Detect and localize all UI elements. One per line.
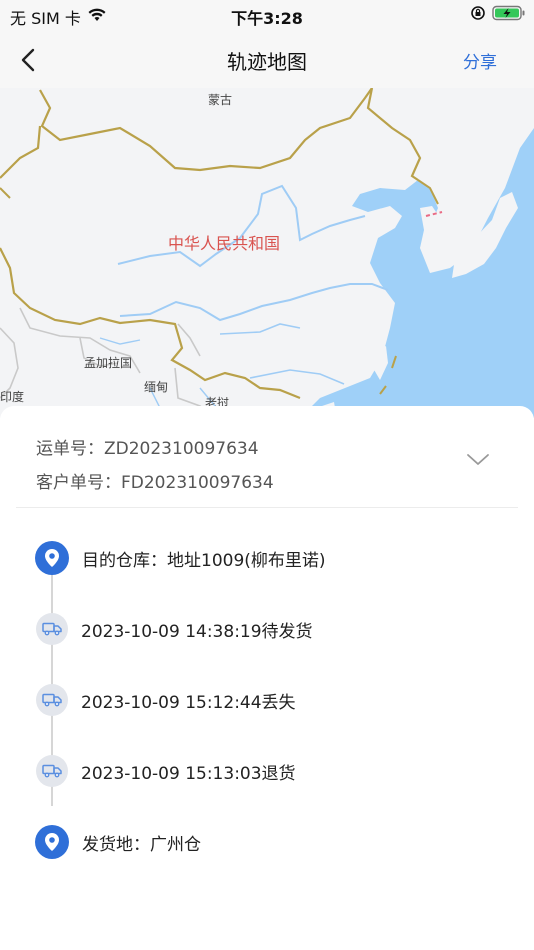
location-pin-icon <box>35 541 69 575</box>
order-info: 运单号：ZD202310097634 客户单号：FD202310097634 <box>36 432 274 500</box>
timeline-text: 2023-10-09 14:38:19待发货 <box>81 621 313 642</box>
status-right <box>470 5 526 25</box>
waybill-row: 运单号：ZD202310097634 <box>36 432 274 466</box>
waybill-label: 运单号： <box>36 439 104 459</box>
customer-order-label: 客户单号： <box>36 473 121 493</box>
nav-bar: 轨迹地图 分享 <box>0 32 534 88</box>
battery-charging-icon <box>492 5 526 25</box>
customer-order-row: 客户单号：FD202310097634 <box>36 466 274 500</box>
timeline-item: 2023-10-09 15:12:44丢失 <box>35 682 296 718</box>
timeline-item: 目的仓库：地址1009(柳布里诺) <box>35 540 326 576</box>
map-label-bangladesh: 孟加拉国 <box>84 356 133 370</box>
page-title: 轨迹地图 <box>227 50 307 74</box>
share-button[interactable]: 分享 <box>463 48 497 73</box>
map-label-myanmar: 缅甸 <box>144 380 169 394</box>
orientation-lock-icon <box>470 5 486 25</box>
map-label-mongolia: 蒙古 <box>208 93 233 107</box>
timeline-item: 发货地：广州仓 <box>35 824 201 860</box>
waybill-number: ZD202310097634 <box>104 439 259 459</box>
map-label-india: 印度 <box>0 390 25 404</box>
timeline-text: 2023-10-09 15:13:03退货 <box>81 763 296 784</box>
truck-icon <box>36 755 68 787</box>
truck-icon <box>36 613 68 645</box>
timeline-text: 2023-10-09 15:12:44丢失 <box>81 692 296 713</box>
location-pin-icon <box>35 825 69 859</box>
track-map[interactable]: 蒙古 中华人民共和国 孟加拉国 缅甸 印度 老挝 <box>0 88 534 418</box>
timeline-text: 发货地：广州仓 <box>82 834 201 855</box>
customer-order-number: FD202310097634 <box>121 473 274 493</box>
status-bar: 无 SIM 卡 下午3:28 <box>0 0 534 32</box>
timeline-item: 2023-10-09 14:38:19待发货 <box>35 611 313 647</box>
truck-icon <box>36 684 68 716</box>
chevron-down-icon <box>467 454 489 465</box>
timeline-item: 2023-10-09 15:13:03退货 <box>35 753 296 789</box>
map-label-china: 中华人民共和国 <box>168 234 281 253</box>
status-time: 下午3:28 <box>231 9 303 28</box>
tracking-sheet: 运单号：ZD202310097634 客户单号：FD202310097634 目… <box>0 406 534 950</box>
timeline-text: 目的仓库：地址1009(柳布里诺) <box>82 550 326 571</box>
divider <box>16 507 518 508</box>
expand-toggle-button[interactable] <box>466 448 490 472</box>
